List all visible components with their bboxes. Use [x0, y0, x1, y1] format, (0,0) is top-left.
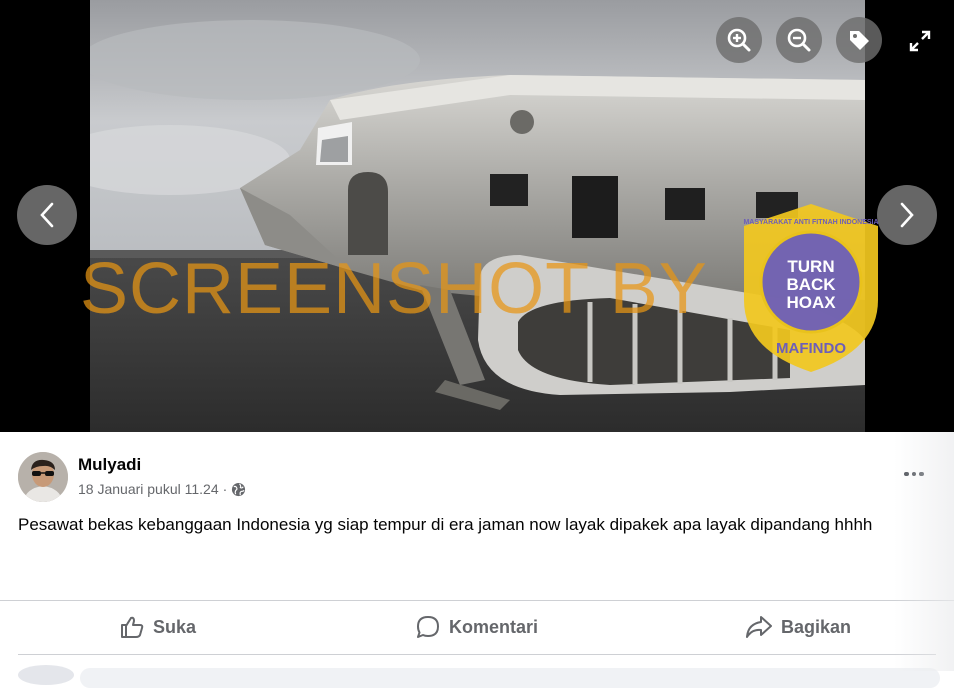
svg-text:TURN: TURN [787, 257, 834, 276]
tag-icon [850, 31, 869, 50]
avatar[interactable] [18, 452, 68, 502]
mafindo-badge-logo: TURN BACK HOAX MAFINDO MASYARAKAT ANTI F… [743, 204, 879, 372]
thumbs-up-icon [121, 616, 144, 638]
photo-viewer: SCREENSHOT BY TURN BACK HOAX MAFINDO MAS… [0, 0, 954, 432]
dot [911, 471, 917, 477]
meta-separator: · [222, 481, 228, 497]
post-author-name[interactable]: Mulyadi [78, 455, 141, 475]
share-arrow-icon [746, 616, 772, 638]
post-text: Pesawat bekas kebanggaan Indonesia yg si… [18, 515, 873, 534]
screenshot-watermark: SCREENSHOT BY [80, 249, 708, 329]
share-button[interactable]: Bagikan [745, 604, 851, 650]
tag-photo-button[interactable] [836, 17, 882, 63]
comment-label: Komentari [449, 616, 539, 637]
comment-input-placeholder[interactable] [80, 668, 940, 688]
globe-icon[interactable] [231, 482, 246, 497]
like-button[interactable]: Suka [119, 604, 196, 650]
dot [904, 471, 909, 477]
svg-text:MASYARAKAT ANTI FITNAH INDONES: MASYARAKAT ANTI FITNAH INDONESIA [743, 219, 878, 226]
divider [0, 600, 954, 601]
svg-text:BACK: BACK [786, 275, 836, 294]
next-photo-button[interactable] [877, 185, 937, 245]
post-actions-bar: Suka Komentari Bagikan [0, 604, 954, 650]
post-card: Mulyadi 18 Januari pukul 11.24 · Pesawat… [0, 432, 954, 688]
fullscreen-button[interactable] [905, 26, 935, 56]
comment-avatar-placeholder [18, 665, 74, 685]
svg-text:MAFINDO: MAFINDO [776, 340, 846, 357]
like-label: Suka [153, 616, 197, 637]
zoom-in-button[interactable] [716, 17, 762, 63]
post-timestamp[interactable]: 18 Januari pukul 11.24 [78, 481, 219, 497]
fullscreen-icon [909, 30, 931, 52]
zoom-in-icon [727, 28, 751, 52]
post-meta: 18 Januari pukul 11.24 · [78, 481, 246, 497]
previous-photo-button[interactable] [17, 185, 77, 245]
post-options-button[interactable] [898, 462, 930, 486]
comment-button[interactable]: Komentari [415, 604, 538, 650]
dot [919, 471, 924, 477]
author-photo [18, 452, 68, 502]
chevron-right-icon [900, 202, 914, 228]
share-label: Bagikan [781, 616, 852, 637]
zoom-out-button[interactable] [776, 17, 822, 63]
chevron-left-icon [40, 202, 54, 228]
divider [18, 654, 936, 655]
zoom-out-icon [787, 28, 811, 52]
comment-bubble-icon [417, 616, 439, 638]
svg-text:HOAX: HOAX [786, 293, 836, 312]
